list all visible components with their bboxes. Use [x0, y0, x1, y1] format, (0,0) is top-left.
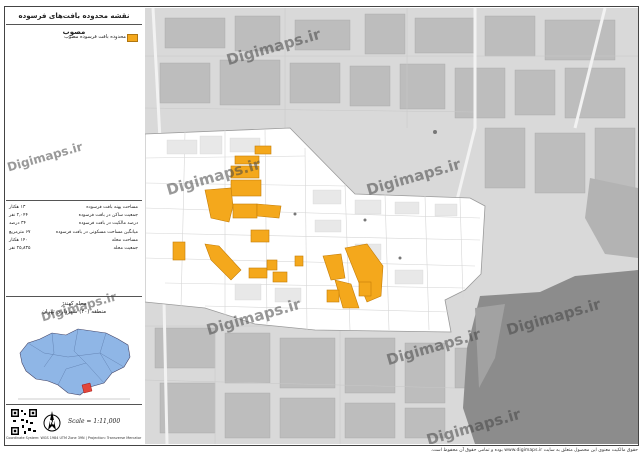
legend-entry: محدوده بافت فرسوده مصوب: [6, 30, 142, 44]
qr-code-icon: [10, 408, 38, 436]
parcel: [272, 271, 288, 283]
stat-row: میانگین مساحت مسکونی در بافت فرسوده ۶۷ م…: [9, 229, 138, 235]
region-caption: محله کهندژ منطقه (۲۰) شهرداری تهران: [6, 300, 142, 316]
parcel: [248, 267, 268, 279]
parcel: [172, 241, 186, 261]
scale-label: Scale = 1:11,000: [68, 418, 121, 425]
legend-swatch: [127, 34, 138, 42]
north-arrow-icon: N: [43, 411, 61, 432]
parcel: [232, 203, 258, 219]
divider: [6, 200, 142, 201]
parcel: [266, 259, 278, 271]
main-map[interactable]: Digimaps.ir Digimaps.ir Digimaps.ir Digi…: [145, 8, 638, 444]
parcel: [250, 229, 270, 243]
stats-table: مساحت پهنه بافت فرسوده ۱۳ هکتار جمعیت سا…: [6, 204, 142, 253]
divider: [6, 296, 142, 297]
stat-row: جمعیت محله ۲۵,۸۳۵ نفر: [9, 245, 138, 251]
bottom-block: N Scale = 1:11,000 Coordinate System: WG…: [6, 406, 142, 444]
neighborhood-name: محله کهندژ: [61, 301, 87, 307]
stat-row: درصد مالکیت در بافت فرسوده ۳۴ درصد: [9, 221, 138, 227]
tehran-outline: [19, 328, 131, 396]
inset-locator-map: [14, 323, 134, 401]
parcel: [230, 179, 262, 197]
copyright-footer: حقوق مالکیت معنوی این محصول متعلق به سای…: [430, 448, 638, 453]
legend-panel: نقشه محدوده بافت‌های فرسوده مصوب محدوده …: [6, 8, 142, 444]
parcel: [230, 165, 260, 179]
parcel: [326, 289, 340, 303]
parcel: [254, 145, 272, 155]
map-title: نقشه محدوده بافت‌های فرسوده مصوب: [6, 8, 142, 36]
legend-label: محدوده بافت فرسوده مصوب: [64, 34, 126, 40]
parcel: [358, 281, 372, 297]
stat-row: مساحت محله ۱۴۰ هکتار: [9, 237, 138, 243]
district-name: منطقه (۲۰) شهرداری تهران: [41, 309, 107, 315]
svg-text:N: N: [49, 420, 54, 427]
divider: [6, 404, 142, 405]
parcel: [256, 203, 282, 219]
stat-row: جمعیت ساکن در بافت فرسوده ۲,۰۴۴ نفر: [9, 213, 138, 219]
parcel: [234, 155, 260, 165]
parcel: [294, 255, 304, 267]
stat-row: مساحت پهنه بافت فرسوده ۱۳ هکتار: [9, 205, 138, 210]
coordinate-note: Coordinate System: WGS 1984 UTM Zone 39N…: [6, 436, 142, 440]
district-20-highlight: [81, 382, 93, 394]
